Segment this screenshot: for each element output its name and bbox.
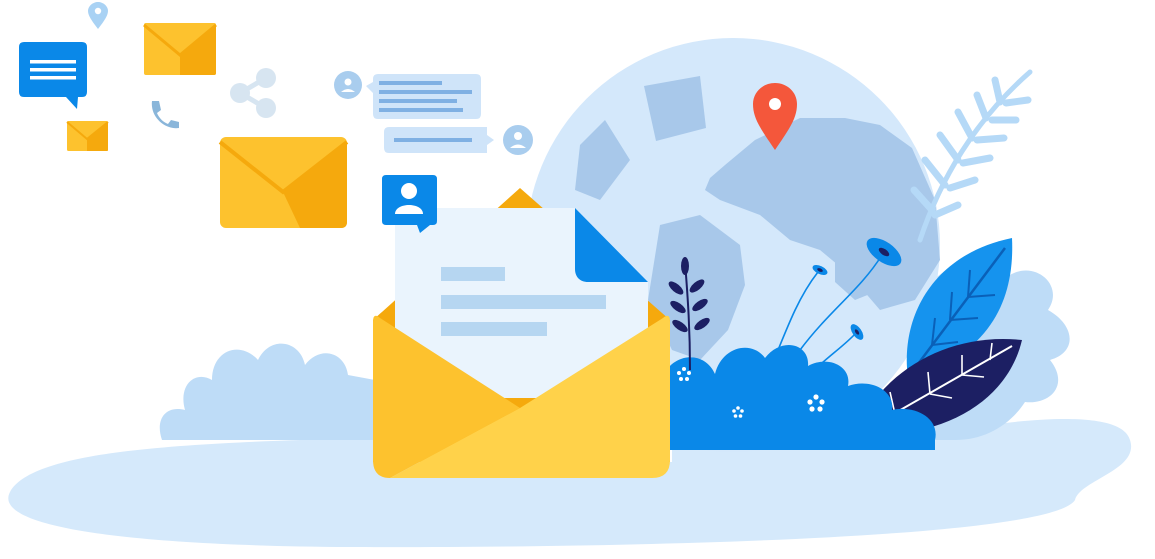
- envelope-icon: [66, 121, 109, 151]
- chat-bubble-icon: [19, 42, 87, 109]
- letter-line: [441, 322, 547, 336]
- location-pin-icon: [88, 2, 108, 29]
- message-bubble: [334, 71, 481, 119]
- share-icon: [230, 68, 276, 118]
- message-bubble: [384, 125, 533, 155]
- envelope-icon: [143, 23, 217, 75]
- envelope-icon: [218, 137, 349, 228]
- left-bush-shape: [159, 343, 375, 440]
- fern-leaf-icon: [910, 69, 1033, 243]
- phone-icon: [151, 101, 179, 129]
- letter-line: [441, 267, 505, 281]
- letter-line: [441, 295, 606, 309]
- user-profile-icon: [382, 175, 437, 233]
- email-communication-illustration: [8, 2, 1132, 548]
